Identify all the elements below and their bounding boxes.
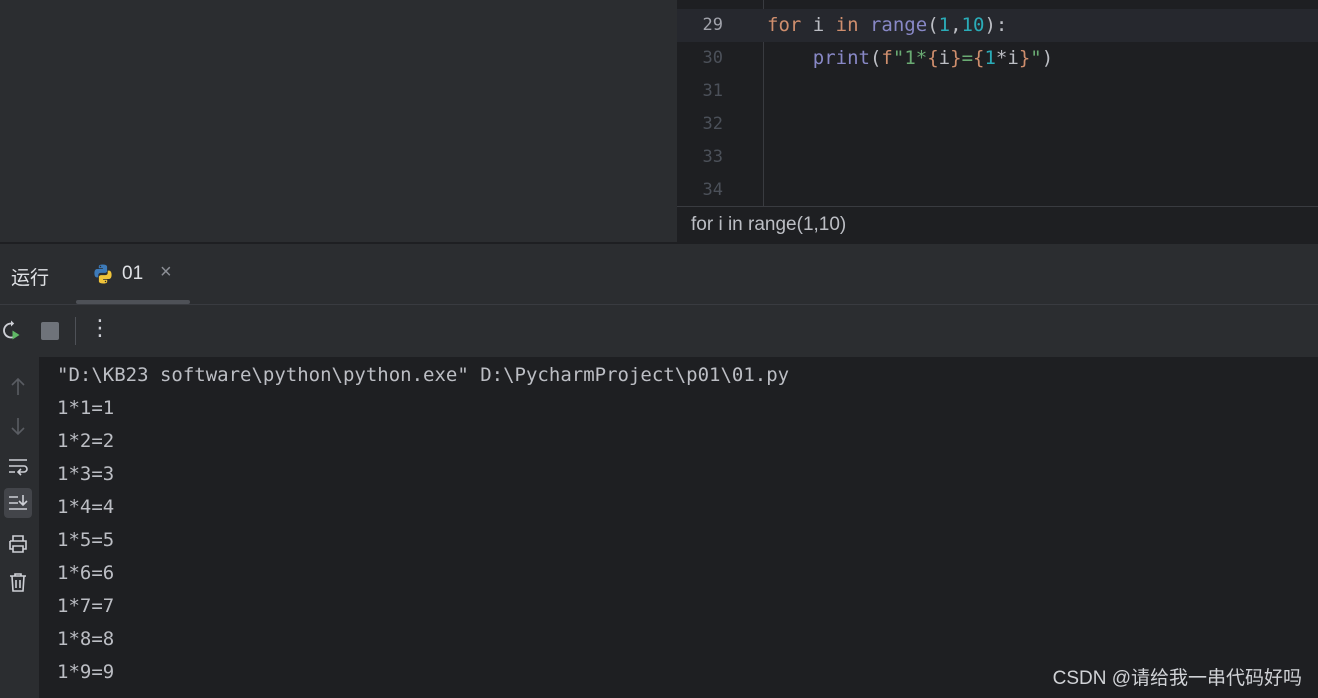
fstring-brace: { (927, 47, 939, 69)
console-output-line: 1*2=2 (57, 430, 115, 452)
run-toolbar: ⋮ (0, 305, 1318, 357)
run-tab-01[interactable]: 01 × (76, 244, 190, 304)
paren: ( (869, 47, 882, 69)
arrow-up-icon[interactable] (4, 372, 32, 402)
keyword: in (835, 14, 859, 36)
console-output-line: 1*6=6 (57, 562, 115, 584)
console-output-line: 1*4=4 (57, 496, 115, 518)
run-tab-label: 01 (122, 263, 144, 284)
code-text[interactable]: print(f"1*{i}={1*i}") (767, 42, 1053, 75)
keyword: for (767, 14, 802, 36)
paren: ) (1041, 47, 1054, 69)
trash-icon[interactable] (4, 567, 32, 597)
console-output[interactable]: "D:\KB23 software\python\python.exe" D:\… (39, 357, 1318, 698)
builtin-function: range (858, 14, 928, 36)
scroll-to-end-icon[interactable] (4, 488, 32, 518)
arrow-down-icon[interactable] (4, 411, 32, 441)
number-literal: 10 (961, 14, 985, 36)
console-output-line: 1*3=3 (57, 463, 115, 485)
builtin-function: print (812, 47, 870, 69)
console-output-line: 1*9=9 (57, 661, 115, 683)
editor-line-30[interactable]: 30 print(f"1*{i}={1*i}") (677, 42, 1318, 75)
line-number: 34 (702, 180, 723, 200)
printer-icon[interactable] (4, 529, 32, 559)
python-icon (94, 264, 112, 284)
console-command-line: "D:\KB23 software\python\python.exe" D:\… (57, 364, 790, 386)
run-panel-header: 运行 01 × (0, 244, 1318, 305)
project-panel-blank (0, 0, 676, 242)
toolbar-separator (75, 317, 76, 345)
string-literal: = (961, 47, 974, 69)
console-output-line: 1*8=8 (57, 628, 115, 650)
number-literal: 1 (938, 14, 951, 36)
comma: , (950, 14, 962, 36)
string-literal: " (1030, 47, 1042, 69)
code-text[interactable]: for i in range(1,10): (767, 9, 1007, 42)
console-output-line: 1*1=1 (57, 397, 115, 419)
console-output-line: 1*5=5 (57, 529, 115, 551)
line-number: 33 (702, 147, 723, 167)
run-panel-title: 运行 (11, 268, 50, 289)
editor-line-34[interactable]: 34 (677, 174, 1318, 206)
breadcrumb-item[interactable]: for i in range(1,10) (691, 214, 846, 236)
code-editor[interactable]: 29 for i in range(1,10): 30 print(f"1*{i… (677, 0, 1318, 206)
fstring-expression: i (938, 47, 951, 69)
paren: ): (984, 14, 1008, 36)
close-icon[interactable]: × (160, 261, 172, 284)
line-number: 32 (702, 114, 723, 134)
console-side-toolbar (0, 357, 39, 698)
active-tab-indicator (76, 300, 190, 304)
watermark: CSDN @请给我一串代码好吗 (1052, 668, 1302, 689)
line-number: 30 (702, 48, 723, 68)
fstring-brace: } (950, 47, 962, 69)
rerun-icon[interactable] (0, 319, 24, 343)
fstring-prefix: f (881, 47, 893, 69)
number-literal: 1 (984, 47, 996, 69)
breadcrumb: for i in range(1,10) (677, 206, 1318, 243)
more-vertical-icon[interactable]: ⋮ (88, 315, 112, 340)
editor-line-33[interactable]: 33 (677, 141, 1318, 174)
fstring-expression: *i (995, 47, 1019, 69)
editor-line-31[interactable]: 31 (677, 75, 1318, 108)
line-number: 29 (702, 15, 723, 35)
string-literal: "1* (892, 47, 928, 69)
editor-line-29[interactable]: 29 for i in range(1,10): (677, 9, 1318, 42)
line-number: 31 (702, 81, 723, 101)
editor-line-32[interactable]: 32 (677, 108, 1318, 141)
fstring-brace: } (1018, 47, 1031, 69)
stop-icon[interactable] (38, 319, 62, 343)
paren: ( (927, 14, 939, 36)
fstring-brace: { (973, 47, 985, 69)
soft-wrap-icon[interactable] (4, 451, 32, 481)
console-output-line: 1*7=7 (57, 595, 115, 617)
identifier: i (801, 14, 836, 36)
